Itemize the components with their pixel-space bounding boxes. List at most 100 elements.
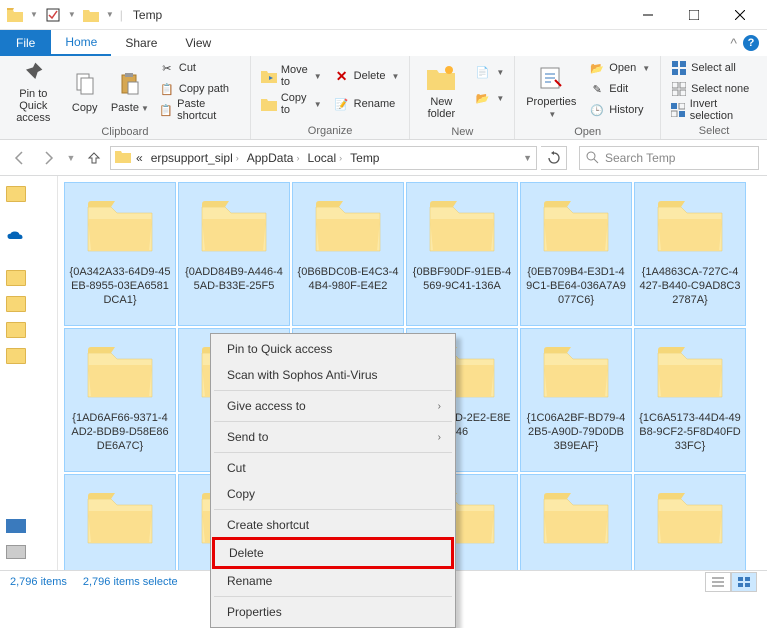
select-none-button[interactable]: Select none: [667, 79, 761, 99]
folder-item[interactable]: [520, 474, 632, 570]
folder-label: {1A4863CA-727C-4427-B440-C9AD8C32787A}: [639, 265, 741, 307]
back-button[interactable]: [8, 146, 32, 170]
folder-item[interactable]: [64, 474, 176, 570]
copy-label: Copy: [72, 102, 98, 114]
copy-to-button[interactable]: Copy to▼: [257, 94, 326, 114]
copy-icon: [69, 68, 101, 100]
side-item[interactable]: [2, 292, 55, 316]
qat-separator: |: [120, 8, 123, 22]
delete-button[interactable]: ✕Delete▼: [330, 66, 404, 86]
new-item-button[interactable]: 📄▼: [470, 62, 508, 82]
minimize-button[interactable]: [625, 0, 671, 30]
cm-scan-sophos[interactable]: Scan with Sophos Anti-Virus: [213, 362, 453, 388]
paste-label: Paste▼: [111, 102, 149, 115]
select-all-icon: [671, 60, 687, 76]
collapse-ribbon-icon[interactable]: ^: [730, 35, 737, 51]
paste-button[interactable]: Paste▼: [109, 58, 151, 124]
folder-item[interactable]: {1C6A5173-44D4-49B8-9CF2-5F8D40FD33FC}: [634, 328, 746, 472]
recent-button[interactable]: ▼: [64, 146, 78, 170]
edit-icon: ✎: [589, 81, 605, 97]
address-row: ▼ « erpsupport_sipl› AppData› Local› Tem…: [0, 140, 767, 176]
qat-dropdown-2[interactable]: ▼: [66, 10, 78, 19]
cm-give-access[interactable]: Give access to›: [213, 393, 453, 419]
side-item[interactable]: [2, 266, 55, 290]
checkbox-icon[interactable]: [42, 4, 64, 26]
rename-button[interactable]: 📝Rename: [330, 94, 404, 114]
select-all-button[interactable]: Select all: [667, 58, 761, 78]
cm-delete[interactable]: Delete: [212, 537, 454, 569]
side-item[interactable]: [2, 344, 55, 368]
pin-quick-access-button[interactable]: Pin to Quick access: [6, 58, 61, 124]
organize-group-label: Organize: [257, 123, 404, 139]
clipboard-group-label: Clipboard: [6, 124, 244, 140]
folder-item[interactable]: {0A342A33-64D9-45EB-8955-03EA6581DCA1}: [64, 182, 176, 326]
select-none-icon: [671, 81, 687, 97]
cm-pin-quick-access[interactable]: Pin to Quick access: [213, 336, 453, 362]
copy-path-icon: 📋: [159, 81, 175, 97]
copy-path-button[interactable]: 📋Copy path: [155, 79, 244, 99]
cm-cut[interactable]: Cut: [213, 455, 453, 481]
crumb-4[interactable]: Temp: [347, 151, 382, 165]
help-icon[interactable]: ?: [743, 35, 759, 51]
new-folder-button[interactable]: New folder: [416, 58, 466, 124]
side-item[interactable]: [2, 182, 55, 206]
paste-shortcut-button[interactable]: 📋Paste shortcut: [155, 100, 244, 120]
close-button[interactable]: [717, 0, 763, 30]
folder-item[interactable]: {1A4863CA-727C-4427-B440-C9AD8C32787A}: [634, 182, 746, 326]
side-item[interactable]: [2, 318, 55, 342]
forward-button[interactable]: [36, 146, 60, 170]
maximize-button[interactable]: [671, 0, 717, 30]
cm-send-to[interactable]: Send to›: [213, 424, 453, 450]
folder-item[interactable]: {0BBF90DF-91EB-4569-9C41-136A: [406, 182, 518, 326]
crumb-3[interactable]: Local›: [304, 151, 345, 165]
cm-properties[interactable]: Properties: [213, 599, 453, 625]
history-button[interactable]: 🕒History: [585, 100, 654, 120]
address-bar[interactable]: « erpsupport_sipl› AppData› Local› Temp …: [110, 146, 537, 170]
scissors-icon: ✂: [159, 60, 175, 76]
icons-view-button[interactable]: [731, 572, 757, 592]
refresh-button[interactable]: [541, 146, 567, 170]
move-to-button[interactable]: Move to▼: [257, 66, 326, 86]
ribbon: Pin to Quick access Copy Paste▼ ✂Cut 📋Co…: [0, 56, 767, 140]
folder-item[interactable]: {0B6BDC0B-E4C3-44B4-980F-E4E2: [292, 182, 404, 326]
open-button[interactable]: 📂Open▼: [585, 58, 654, 78]
home-tab[interactable]: Home: [51, 30, 111, 56]
search-box[interactable]: Search Temp: [579, 146, 759, 170]
qat-dropdown-1[interactable]: ▼: [28, 10, 40, 19]
crumb-1[interactable]: erpsupport_sipl›: [148, 151, 242, 165]
folder-icon: [115, 149, 131, 166]
rename-icon: 📝: [334, 96, 350, 112]
copy-button[interactable]: Copy: [65, 58, 105, 124]
invert-selection-button[interactable]: Invert selection: [667, 100, 761, 120]
cm-copy[interactable]: Copy: [213, 481, 453, 507]
edit-button[interactable]: ✎Edit: [585, 79, 654, 99]
properties-button[interactable]: Properties▼: [521, 58, 581, 124]
folder-item[interactable]: {0ADD84B9-A446-45AD-B33E-25F5: [178, 182, 290, 326]
up-button[interactable]: [82, 146, 106, 170]
side-item[interactable]: [2, 540, 55, 564]
invert-icon: [671, 102, 686, 118]
share-tab[interactable]: Share: [111, 30, 171, 56]
folder-item[interactable]: {0EB709B4-E3D1-49C1-BE64-036A7A9077C6}: [520, 182, 632, 326]
folder-label: {1C6A5173-44D4-49B8-9CF2-5F8D40FD33FC}: [639, 411, 741, 453]
side-item[interactable]: [2, 224, 55, 248]
easy-access-button[interactable]: 📂▼: [470, 88, 508, 108]
folder-item[interactable]: {1C06A2BF-BD79-42B5-A90D-79D0DB3B9EAF}: [520, 328, 632, 472]
cm-create-shortcut[interactable]: Create shortcut: [213, 512, 453, 538]
folder-item[interactable]: {1AD6AF66-9371-4AD2-BDB9-D58E86DE6A7C}: [64, 328, 176, 472]
select-group: Select all Select none Invert selection …: [661, 56, 767, 139]
folder-label: {0B6BDC0B-E4C3-44B4-980F-E4E2: [297, 265, 399, 293]
crumb-prefix[interactable]: «: [133, 151, 146, 165]
view-tab[interactable]: View: [171, 30, 225, 56]
new-folder-icon: [425, 62, 457, 94]
navigation-pane[interactable]: [0, 176, 58, 570]
crumb-2[interactable]: AppData›: [244, 151, 303, 165]
file-tab[interactable]: File: [0, 30, 51, 56]
cut-button[interactable]: ✂Cut: [155, 58, 244, 78]
cm-rename[interactable]: Rename: [213, 568, 453, 594]
addr-dropdown[interactable]: ▼: [523, 153, 532, 163]
side-item[interactable]: [2, 514, 55, 538]
qat-dropdown-3[interactable]: ▼: [104, 10, 116, 19]
folder-item[interactable]: [634, 474, 746, 570]
details-view-button[interactable]: [705, 572, 731, 592]
